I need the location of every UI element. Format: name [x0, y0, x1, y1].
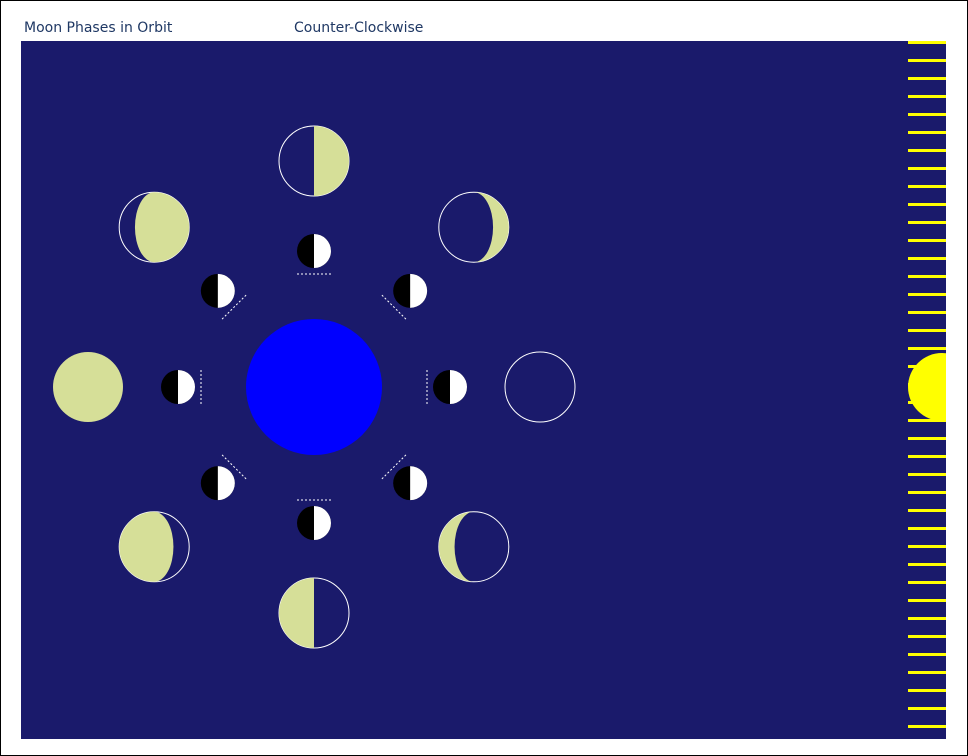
sun-ray [908, 149, 946, 152]
phase-moon-icon full-moon [53, 352, 123, 422]
sun-ray [908, 239, 946, 242]
sun-ray [908, 167, 946, 170]
sun-ray [908, 221, 946, 224]
sun-ray [908, 671, 946, 674]
sun-ray [908, 599, 946, 602]
sun-ray [908, 473, 946, 476]
space-background [21, 41, 946, 739]
sun-ray [908, 185, 946, 188]
sun-ray [908, 59, 946, 62]
sun-ray [908, 581, 946, 584]
sun-ray [908, 617, 946, 620]
sun-ray [908, 653, 946, 656]
sun-ray [908, 563, 946, 566]
sun-ray [908, 95, 946, 98]
sun-ray [908, 545, 946, 548]
sun-ray [908, 347, 946, 350]
sun-ray [908, 293, 946, 296]
sun-ray [908, 635, 946, 638]
orbit-direction-label: Counter-Clockwise [294, 20, 424, 36]
sun-ray [908, 131, 946, 134]
sun-ray [908, 311, 946, 314]
sun-ray [908, 329, 946, 332]
sun-ray [908, 509, 946, 512]
earth-icon [246, 319, 382, 455]
sun-ray [908, 491, 946, 494]
sun-ray [908, 689, 946, 692]
sun-ray [908, 113, 946, 116]
sun-ray [908, 203, 946, 206]
sun-ray [908, 275, 946, 278]
sun-ray [908, 77, 946, 80]
sun-ray [908, 437, 946, 440]
sun-ray [908, 707, 946, 710]
sun-ray [908, 257, 946, 260]
orbit-scene [21, 41, 946, 739]
sun-ray [908, 725, 946, 728]
diagram-title: Moon Phases in Orbit [24, 20, 173, 36]
sun-ray [908, 455, 946, 458]
sun-ray [908, 41, 946, 44]
sun-ray [908, 527, 946, 530]
